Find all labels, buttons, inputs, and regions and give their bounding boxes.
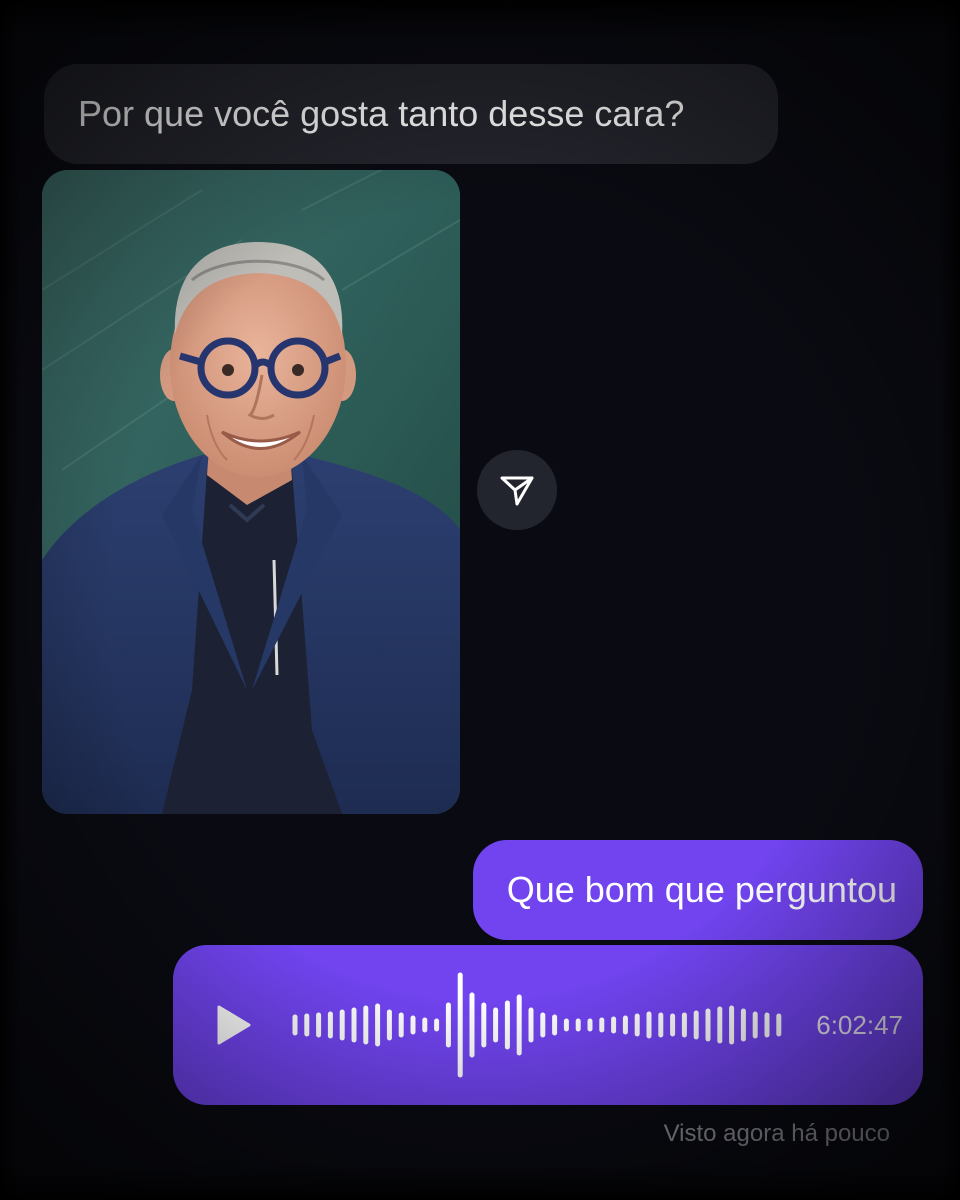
shared-photo[interactable] [42,170,460,814]
outgoing-message-text: Que bom que perguntou [506,869,897,910]
incoming-message-bubble[interactable]: Por que você gosta tanto desse cara? [44,64,778,164]
voice-message[interactable]: 6:02:47 [173,945,923,1105]
incoming-message-text: Por que você gosta tanto desse cara? [78,93,685,134]
chat-screen: Por que você gosta tanto desse cara? Que… [0,0,960,1200]
outgoing-message-bubble[interactable]: Que bom que perguntou [472,840,923,940]
share-button[interactable] [477,450,557,530]
send-icon [500,476,534,506]
seen-status: Visto agora há pouco [663,1120,890,1147]
voice-duration: 6:02:47 [816,1010,903,1040]
photo-illustration [42,170,460,814]
waveform[interactable] [291,970,791,1080]
play-icon[interactable] [211,1003,255,1047]
